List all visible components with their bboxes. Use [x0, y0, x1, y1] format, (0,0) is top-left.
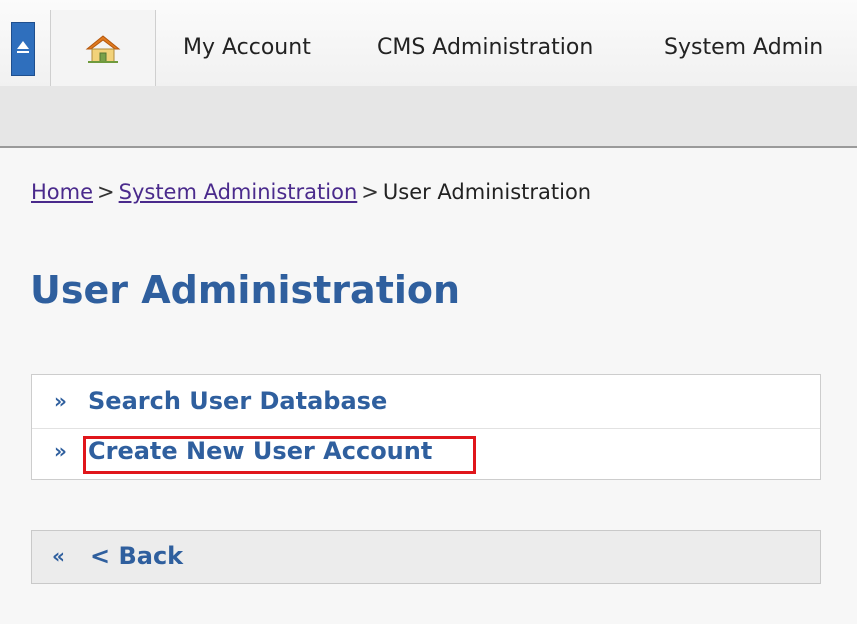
search-user-database-link[interactable]: » Search User Database	[32, 378, 820, 429]
sub-navigation-bar	[0, 86, 857, 148]
home-icon	[85, 35, 121, 63]
collapse-menu-button[interactable]	[11, 22, 35, 76]
create-new-user-account-link[interactable]: » Create New User Account	[32, 428, 820, 478]
back-label[interactable]: < Back	[90, 542, 183, 570]
page-title: User Administration	[30, 268, 461, 312]
breadcrumb-current: User Administration	[382, 180, 592, 204]
back-button[interactable]: « < Back	[31, 530, 821, 584]
top-navigation-bar: My Account CMS Administration System Adm…	[0, 0, 857, 87]
admin-links-box: » Search User Database » Create New User…	[31, 374, 821, 480]
breadcrumb-home-link[interactable]: Home	[31, 180, 93, 204]
link-label[interactable]: Create New User Account	[88, 437, 432, 465]
breadcrumb-separator: >	[97, 180, 115, 204]
breadcrumb-system-administration-link[interactable]: System Administration	[119, 180, 358, 204]
arrow-up-icon	[17, 41, 29, 49]
link-label[interactable]: Search User Database	[88, 387, 387, 415]
breadcrumb: Home > System Administration > User Administ…	[31, 180, 591, 204]
breadcrumb-separator: >	[361, 180, 379, 204]
double-chevron-left-icon: «	[52, 544, 65, 568]
nav-cms-administration[interactable]: CMS Administration	[377, 35, 593, 60]
nav-system-admin[interactable]: System Admin	[664, 35, 823, 60]
collapse-bar-icon	[17, 51, 29, 53]
double-chevron-right-icon: »	[54, 389, 67, 413]
double-chevron-right-icon: »	[54, 439, 67, 463]
nav-my-account[interactable]: My Account	[183, 35, 311, 60]
home-tab[interactable]	[50, 10, 156, 86]
